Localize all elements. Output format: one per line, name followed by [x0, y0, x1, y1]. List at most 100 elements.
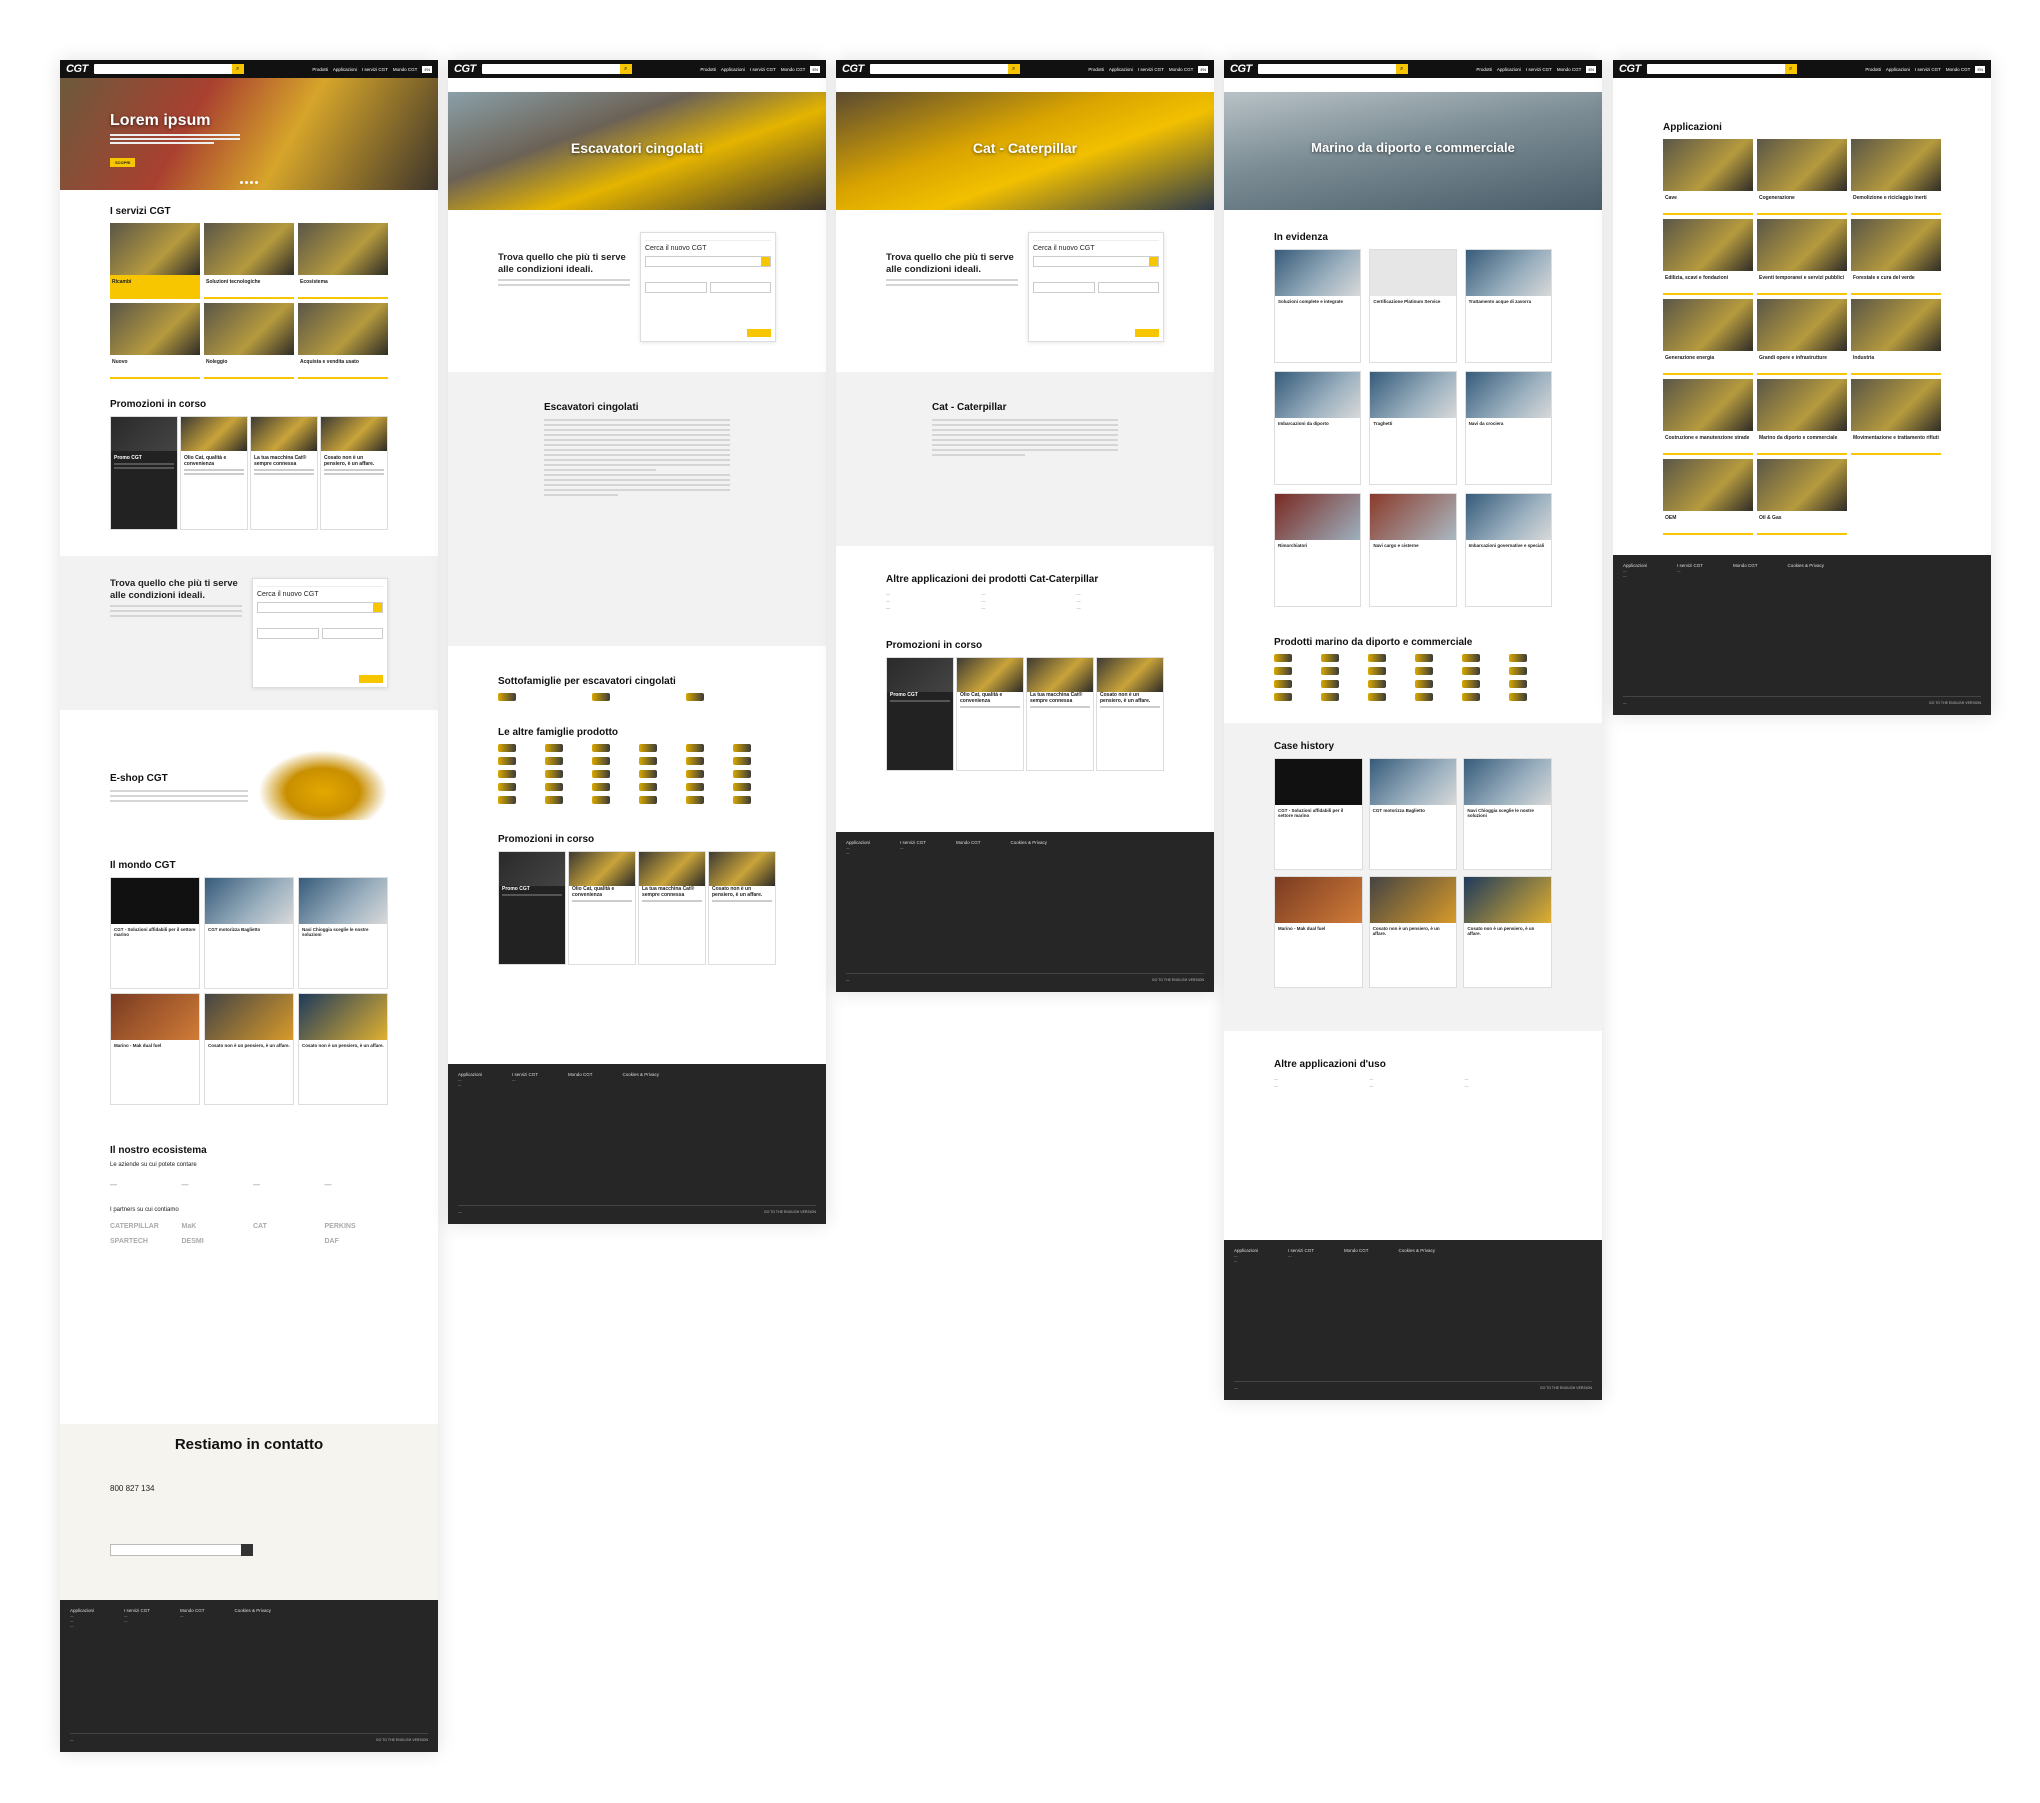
finder-search-button[interactable] [359, 675, 383, 683]
family-item[interactable] [733, 770, 776, 778]
phone-number[interactable]: 800 827 134 [110, 1484, 155, 1493]
search-input[interactable]: ⌕ [481, 64, 632, 74]
lang-button[interactable]: EN [1975, 65, 1985, 73]
product-item[interactable] [1462, 680, 1505, 688]
family-item[interactable] [733, 757, 776, 765]
lang-button[interactable]: EN [1198, 65, 1208, 73]
family-item[interactable] [592, 770, 635, 778]
promo-card[interactable]: Cosato non è un pensiero, è un affare. [1096, 657, 1164, 771]
product-item[interactable] [1509, 680, 1552, 688]
family-item[interactable] [686, 744, 729, 752]
featured-card[interactable]: Rimorchiatori [1274, 493, 1362, 607]
featured-card[interactable]: Trattamento acque di zavorra [1464, 249, 1552, 363]
hero-button[interactable]: SCOPRI [110, 158, 136, 167]
nav-applicazioni[interactable]: Applicazioni [1497, 67, 1521, 72]
product-item[interactable] [1321, 680, 1364, 688]
featured-card[interactable]: Imbarcazioni governative e speciali [1464, 493, 1552, 607]
family-item[interactable] [592, 783, 635, 791]
service-tile[interactable]: Soluzioni tecnologiche [204, 223, 294, 299]
product-item[interactable] [1321, 667, 1364, 675]
nav-prodotti[interactable]: Prodotti [312, 67, 328, 72]
search-icon[interactable]: ⌕ [231, 64, 244, 74]
promo-card[interactable]: La tua macchina Cat® sempre connessa [1026, 657, 1094, 771]
lang-button[interactable]: EN [422, 65, 432, 73]
promo-card[interactable]: Cosato non è un pensiero, è un affare. [320, 416, 388, 530]
family-item[interactable] [733, 744, 776, 752]
service-tile[interactable]: Noleggio [204, 303, 294, 379]
app-tile[interactable]: Edilizia, scavi e fondazioni [1663, 219, 1753, 295]
promo-card[interactable]: Promo CGT [886, 657, 954, 771]
service-tile[interactable]: Acquista e vendita usato [298, 303, 388, 379]
family-item[interactable] [592, 744, 635, 752]
english-version-link[interactable]: GO TO THE ENGLISH VERSION [1929, 701, 1981, 705]
nav-applicazioni[interactable]: Applicazioni [333, 67, 357, 72]
world-card[interactable]: Cosato non è un pensiero, è un affare. [204, 993, 294, 1105]
case-card[interactable]: Cosato non è un pensiero, è un affare. [1368, 876, 1458, 988]
product-item[interactable] [1415, 693, 1458, 701]
product-item[interactable] [1509, 654, 1552, 662]
nav-prodotti[interactable]: Prodotti [1865, 67, 1881, 72]
family-item[interactable] [686, 796, 729, 804]
nav-mondo[interactable]: Mondo CGT [393, 67, 418, 72]
featured-card[interactable]: Navi da crociera [1464, 371, 1552, 485]
logo[interactable]: CGT [1619, 63, 1641, 75]
nav-mondo[interactable]: Mondo CGT [1557, 67, 1582, 72]
promo-card[interactable]: La tua macchina Cat® sempre connessa [638, 851, 706, 965]
product-item[interactable] [1321, 654, 1364, 662]
app-tile[interactable]: OEM [1663, 459, 1753, 535]
product-item[interactable] [1368, 667, 1411, 675]
nav-mondo[interactable]: Mondo CGT [781, 67, 806, 72]
breadcrumb[interactable] [448, 78, 826, 92]
subfam-item[interactable] [686, 693, 776, 701]
promo-card[interactable]: Olio Cat, qualità e convenienza [956, 657, 1024, 771]
breadcrumb[interactable] [1613, 78, 1991, 92]
app-tile[interactable]: Cave [1663, 139, 1753, 215]
promo-card[interactable]: La tua macchina Cat® sempre connessa [250, 416, 318, 530]
featured-card[interactable]: Traghetti [1369, 371, 1457, 485]
product-item[interactable] [1462, 693, 1505, 701]
nav-servizi[interactable]: I servizi CGT [750, 67, 776, 72]
search-input[interactable]: ⌕ [1257, 64, 1408, 74]
breadcrumb[interactable] [836, 78, 1214, 92]
family-item[interactable] [545, 757, 588, 765]
product-item[interactable] [1415, 667, 1458, 675]
service-tile[interactable]: Ricambi [110, 223, 200, 299]
app-tile[interactable]: Demolizione e riciclaggio inerti [1851, 139, 1941, 215]
nav-prodotti[interactable]: Prodotti [1476, 67, 1492, 72]
promo-card[interactable]: Olio Cat, qualità e convenienza [180, 416, 248, 530]
family-item[interactable] [498, 757, 541, 765]
family-item[interactable] [498, 744, 541, 752]
finder-search-button[interactable] [1135, 329, 1159, 337]
product-item[interactable] [1368, 680, 1411, 688]
finder-search-button[interactable] [747, 329, 771, 337]
promo-card[interactable]: Olio Cat, qualità e convenienza [568, 851, 636, 965]
family-item[interactable] [639, 796, 682, 804]
nav-servizi[interactable]: I servizi CGT [1138, 67, 1164, 72]
logo[interactable]: CGT [454, 63, 476, 75]
lang-button[interactable]: EN [810, 65, 820, 73]
subfam-item[interactable] [592, 693, 682, 701]
promo-card[interactable]: Promo CGT [110, 416, 178, 530]
world-card[interactable]: Navi Chioggia sceglie le nostre soluzion… [298, 877, 388, 989]
carousel-dots[interactable] [240, 181, 258, 184]
promo-card[interactable]: Promo CGT [498, 851, 566, 965]
finder-input[interactable] [645, 256, 771, 267]
search-icon[interactable]: ⌕ [1395, 64, 1408, 74]
product-item[interactable] [1509, 667, 1552, 675]
finder-select[interactable] [321, 628, 383, 639]
product-item[interactable] [1274, 693, 1317, 701]
family-item[interactable] [686, 757, 729, 765]
service-tile[interactable]: Nuovo [110, 303, 200, 379]
case-card[interactable]: Marino - Mak dual fuel [1274, 876, 1363, 988]
breadcrumb[interactable] [1224, 78, 1602, 92]
finder-select[interactable] [1033, 282, 1095, 293]
app-tile[interactable]: Costruzione e manutenzione strade [1663, 379, 1753, 455]
nav-mondo[interactable]: Mondo CGT [1169, 67, 1194, 72]
product-item[interactable] [1415, 680, 1458, 688]
product-item[interactable] [1274, 680, 1317, 688]
finder-select[interactable] [709, 282, 771, 293]
nav-applicazioni[interactable]: Applicazioni [721, 67, 745, 72]
subfam-item[interactable] [498, 693, 588, 701]
product-item[interactable] [1368, 654, 1411, 662]
family-item[interactable] [592, 757, 635, 765]
